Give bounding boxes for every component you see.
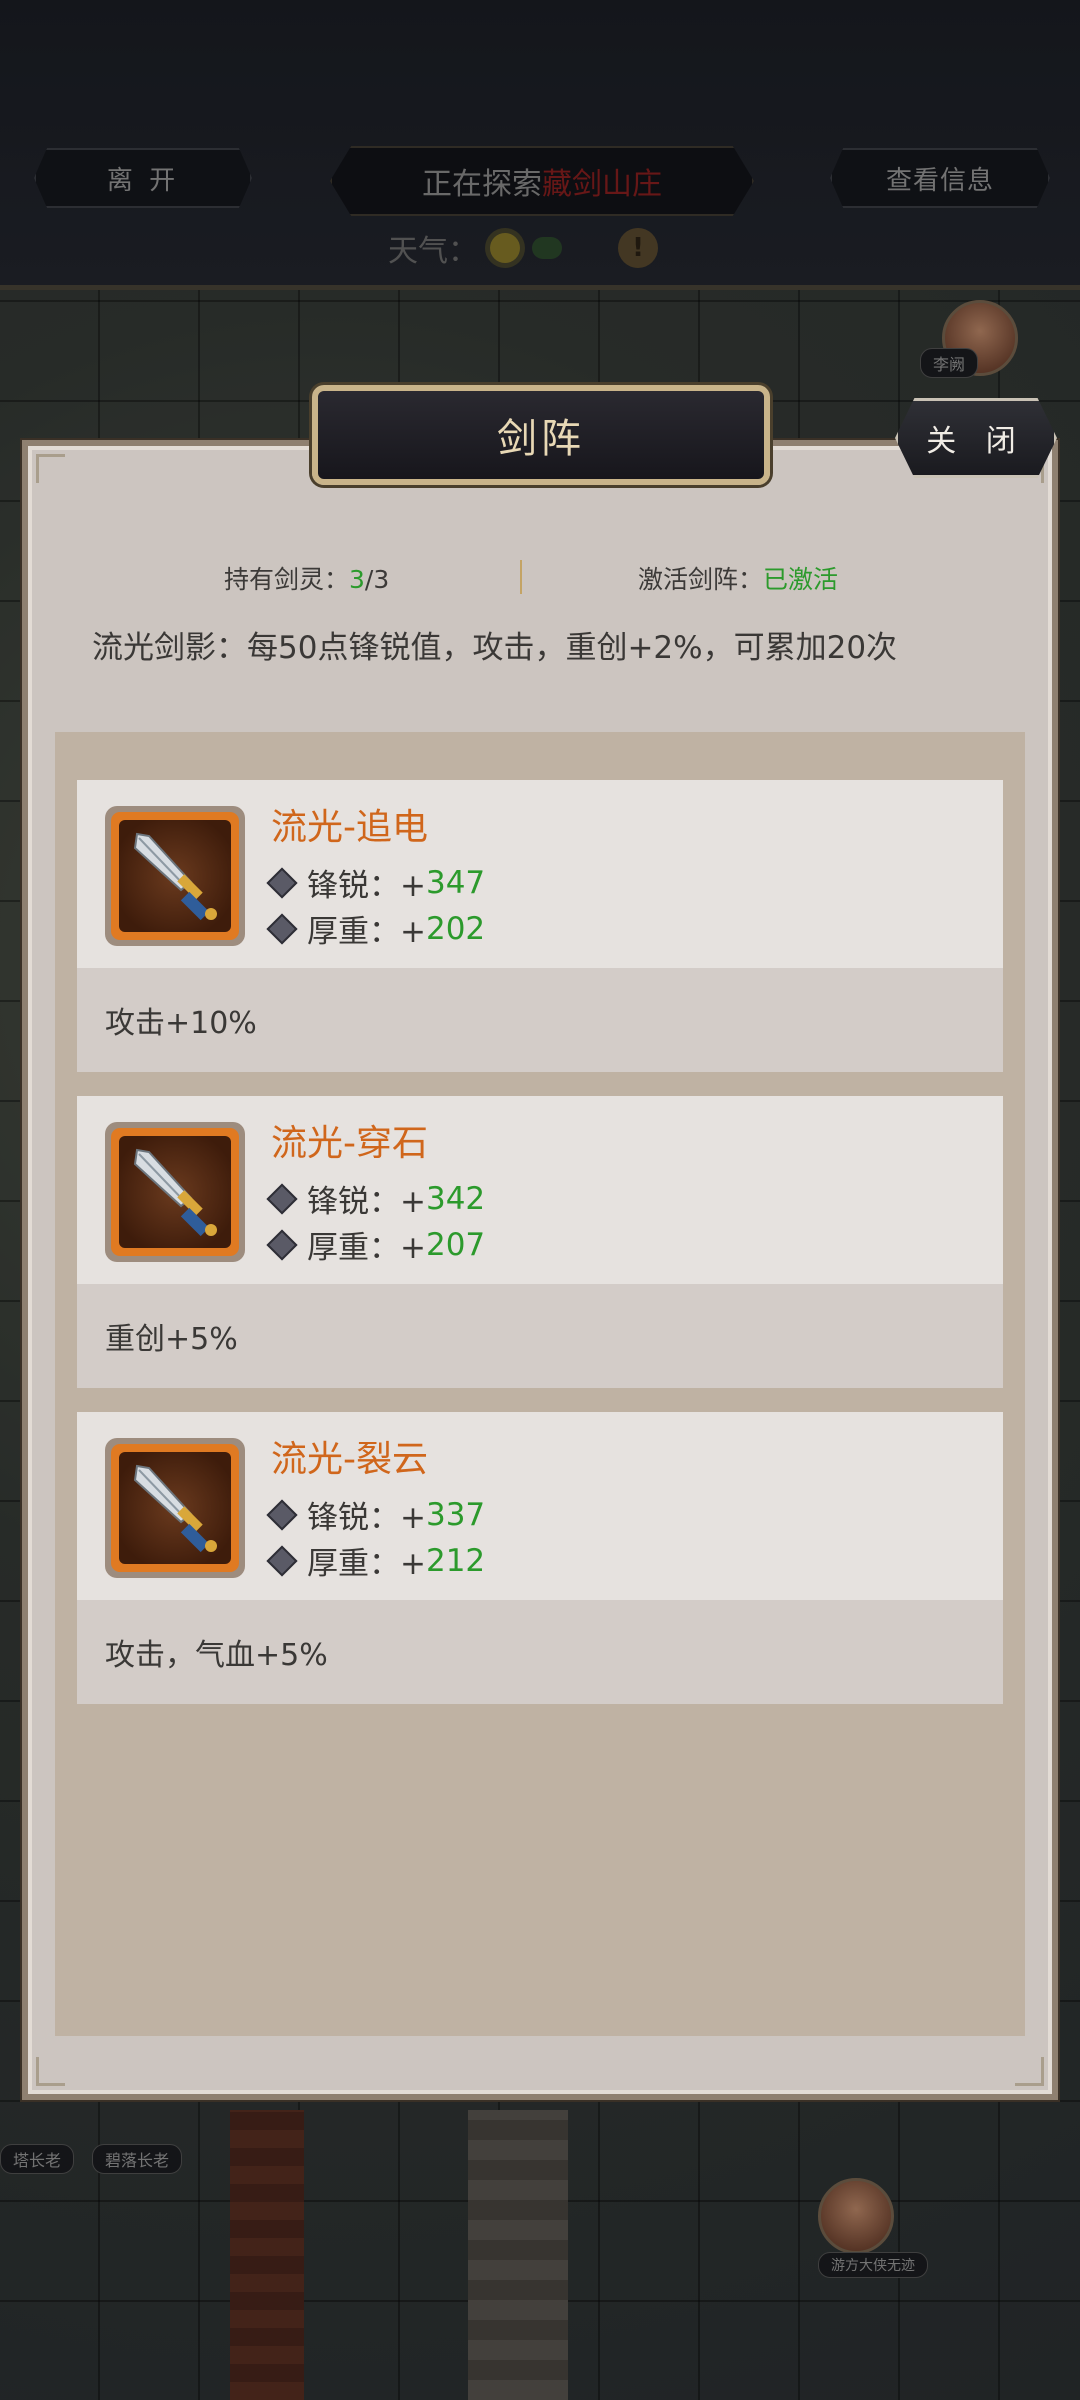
sword-icon-frame: [105, 1438, 245, 1578]
diamond-icon: [266, 912, 298, 945]
weight-stat: 厚重：+ 202: [266, 906, 486, 951]
held-total: /3: [364, 565, 390, 594]
sword-card[interactable]: 流光-穿石 锋锐：+ 342 厚重：+ 207 重创+5%: [77, 1096, 1003, 1388]
stat-label: 锋锐：+: [307, 1500, 426, 1536]
stat-value: 212: [425, 1542, 486, 1579]
stat-value: 347: [425, 864, 486, 901]
held-label: 持有剑灵：: [224, 565, 350, 594]
sword-icon-frame: [105, 806, 245, 946]
stat-value: 342: [425, 1180, 486, 1217]
sword-name: 流光-穿石: [271, 1123, 428, 1164]
sword-bonus: 重创+5%: [77, 1284, 1003, 1388]
sword-card-header: 流光-穿石 锋锐：+ 342 厚重：+ 207: [77, 1096, 1003, 1284]
held-sword-spirits: 持有剑灵：3/3: [224, 560, 389, 596]
sword-name: 流光-追电: [271, 807, 428, 848]
array-activation-status: 激活剑阵：已激活: [638, 560, 838, 596]
sword-icon: [119, 1136, 231, 1248]
diamond-icon: [266, 1228, 298, 1261]
sharpness-stat: 锋锐：+ 347: [266, 860, 486, 905]
array-effect-description: 流光剑影：每50点锋锐值，攻击，重创+2%，可累加20次: [92, 630, 898, 666]
stats-divider: [520, 560, 522, 594]
sword-bonus: 攻击，气血+5%: [77, 1600, 1003, 1704]
stat-label: 锋锐：+: [307, 868, 426, 904]
weight-stat: 厚重：+ 212: [266, 1538, 486, 1583]
sword-bonus: 攻击+10%: [77, 968, 1003, 1072]
diamond-icon: [266, 866, 298, 899]
stat-label: 厚重：+: [307, 914, 426, 950]
sword-icon: [119, 820, 231, 932]
sword-icon-border: [111, 1128, 239, 1256]
sword-name: 流光-裂云: [271, 1439, 428, 1480]
corner-ornament: [1015, 2057, 1044, 2086]
sword-icon-frame: [105, 1122, 245, 1262]
sword-card[interactable]: 流光-追电 锋锐：+ 347 厚重：+ 202 攻击+10%: [77, 780, 1003, 1072]
diamond-icon: [266, 1498, 298, 1531]
corner-ornament: [36, 454, 65, 483]
stat-label: 厚重：+: [307, 1546, 426, 1582]
corner-ornament: [36, 2057, 65, 2086]
stat-value: 337: [425, 1496, 486, 1533]
sword-card-header: 流光-裂云 锋锐：+ 337 厚重：+ 212: [77, 1412, 1003, 1600]
sword-icon-border: [111, 1444, 239, 1572]
stat-label: 厚重：+: [307, 1230, 426, 1266]
active-label: 激活剑阵：: [638, 565, 764, 594]
held-current: 3: [349, 565, 365, 594]
diamond-icon: [266, 1182, 298, 1215]
sword-card[interactable]: 流光-裂云 锋锐：+ 337 厚重：+ 212 攻击，气血+5%: [77, 1412, 1003, 1704]
stat-value: 202: [425, 910, 486, 947]
stat-value: 207: [425, 1226, 486, 1263]
close-button[interactable]: 关 闭: [895, 398, 1057, 478]
sword-icon-border: [111, 812, 239, 940]
stat-label: 锋锐：+: [307, 1184, 426, 1220]
sword-card-header: 流光-追电 锋锐：+ 347 厚重：+ 202: [77, 780, 1003, 968]
diamond-icon: [266, 1544, 298, 1577]
sharpness-stat: 锋锐：+ 342: [266, 1176, 486, 1221]
sharpness-stat: 锋锐：+ 337: [266, 1492, 486, 1537]
active-value: 已激活: [763, 565, 839, 594]
panel-title: 剑阵: [312, 385, 770, 485]
sword-icon: [119, 1452, 231, 1564]
weight-stat: 厚重：+ 207: [266, 1222, 486, 1267]
